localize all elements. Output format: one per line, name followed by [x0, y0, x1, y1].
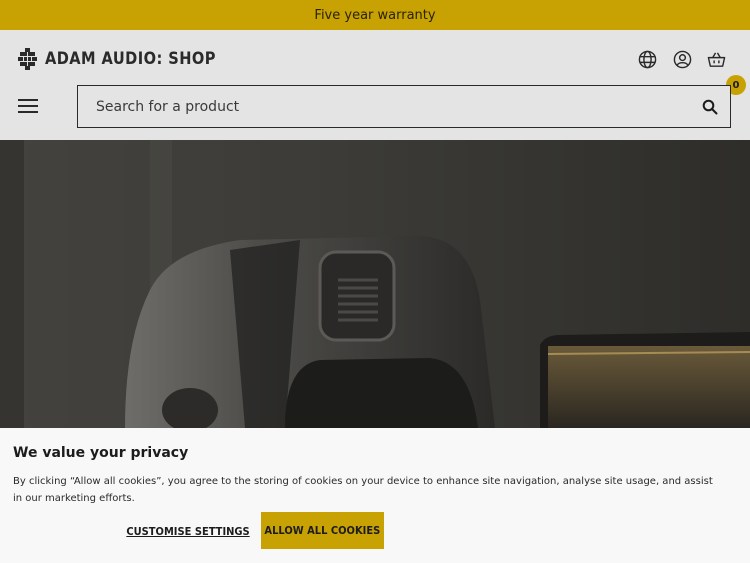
cart-icon — [707, 51, 725, 67]
cookie-consent-panel: We value your privacy By clicking “Allow… — [0, 428, 750, 563]
hamburger-menu-icon — [18, 99, 38, 113]
cart-button[interactable] — [705, 48, 727, 70]
hero-image — [0, 140, 750, 428]
logo-wordmark: ADAM AUDIO: SHOP — [45, 49, 216, 69]
allow-all-cookies-button[interactable]: ALLOW ALL COOKIES — [261, 512, 384, 549]
warranty-text: Five year warranty — [314, 7, 436, 23]
announcement-banner: Five year warranty — [0, 0, 750, 30]
allow-all-cookies-label: ALLOW ALL COOKIES — [264, 524, 381, 537]
user-icon — [673, 50, 691, 68]
search-bar — [77, 85, 731, 128]
language-button[interactable] — [636, 48, 658, 70]
search-input[interactable] — [78, 86, 690, 127]
menu-button[interactable] — [16, 94, 40, 118]
cookie-description: By clicking “Allow all cookies”, you agr… — [13, 476, 713, 504]
site-header: ADAM AUDIO: SHOP 0 — [0, 30, 750, 140]
cookie-title: We value your privacy — [13, 445, 189, 461]
search-icon — [702, 99, 718, 114]
brand-logo[interactable]: ADAM AUDIO: SHOP — [18, 47, 244, 71]
customise-settings-button[interactable]: CUSTOMISE SETTINGS — [126, 513, 249, 549]
globe-icon — [638, 50, 656, 68]
account-button[interactable] — [671, 48, 693, 70]
adam-audio-logo-icon — [18, 48, 37, 70]
search-button[interactable] — [690, 86, 730, 127]
studio-monitor-image — [0, 140, 750, 428]
